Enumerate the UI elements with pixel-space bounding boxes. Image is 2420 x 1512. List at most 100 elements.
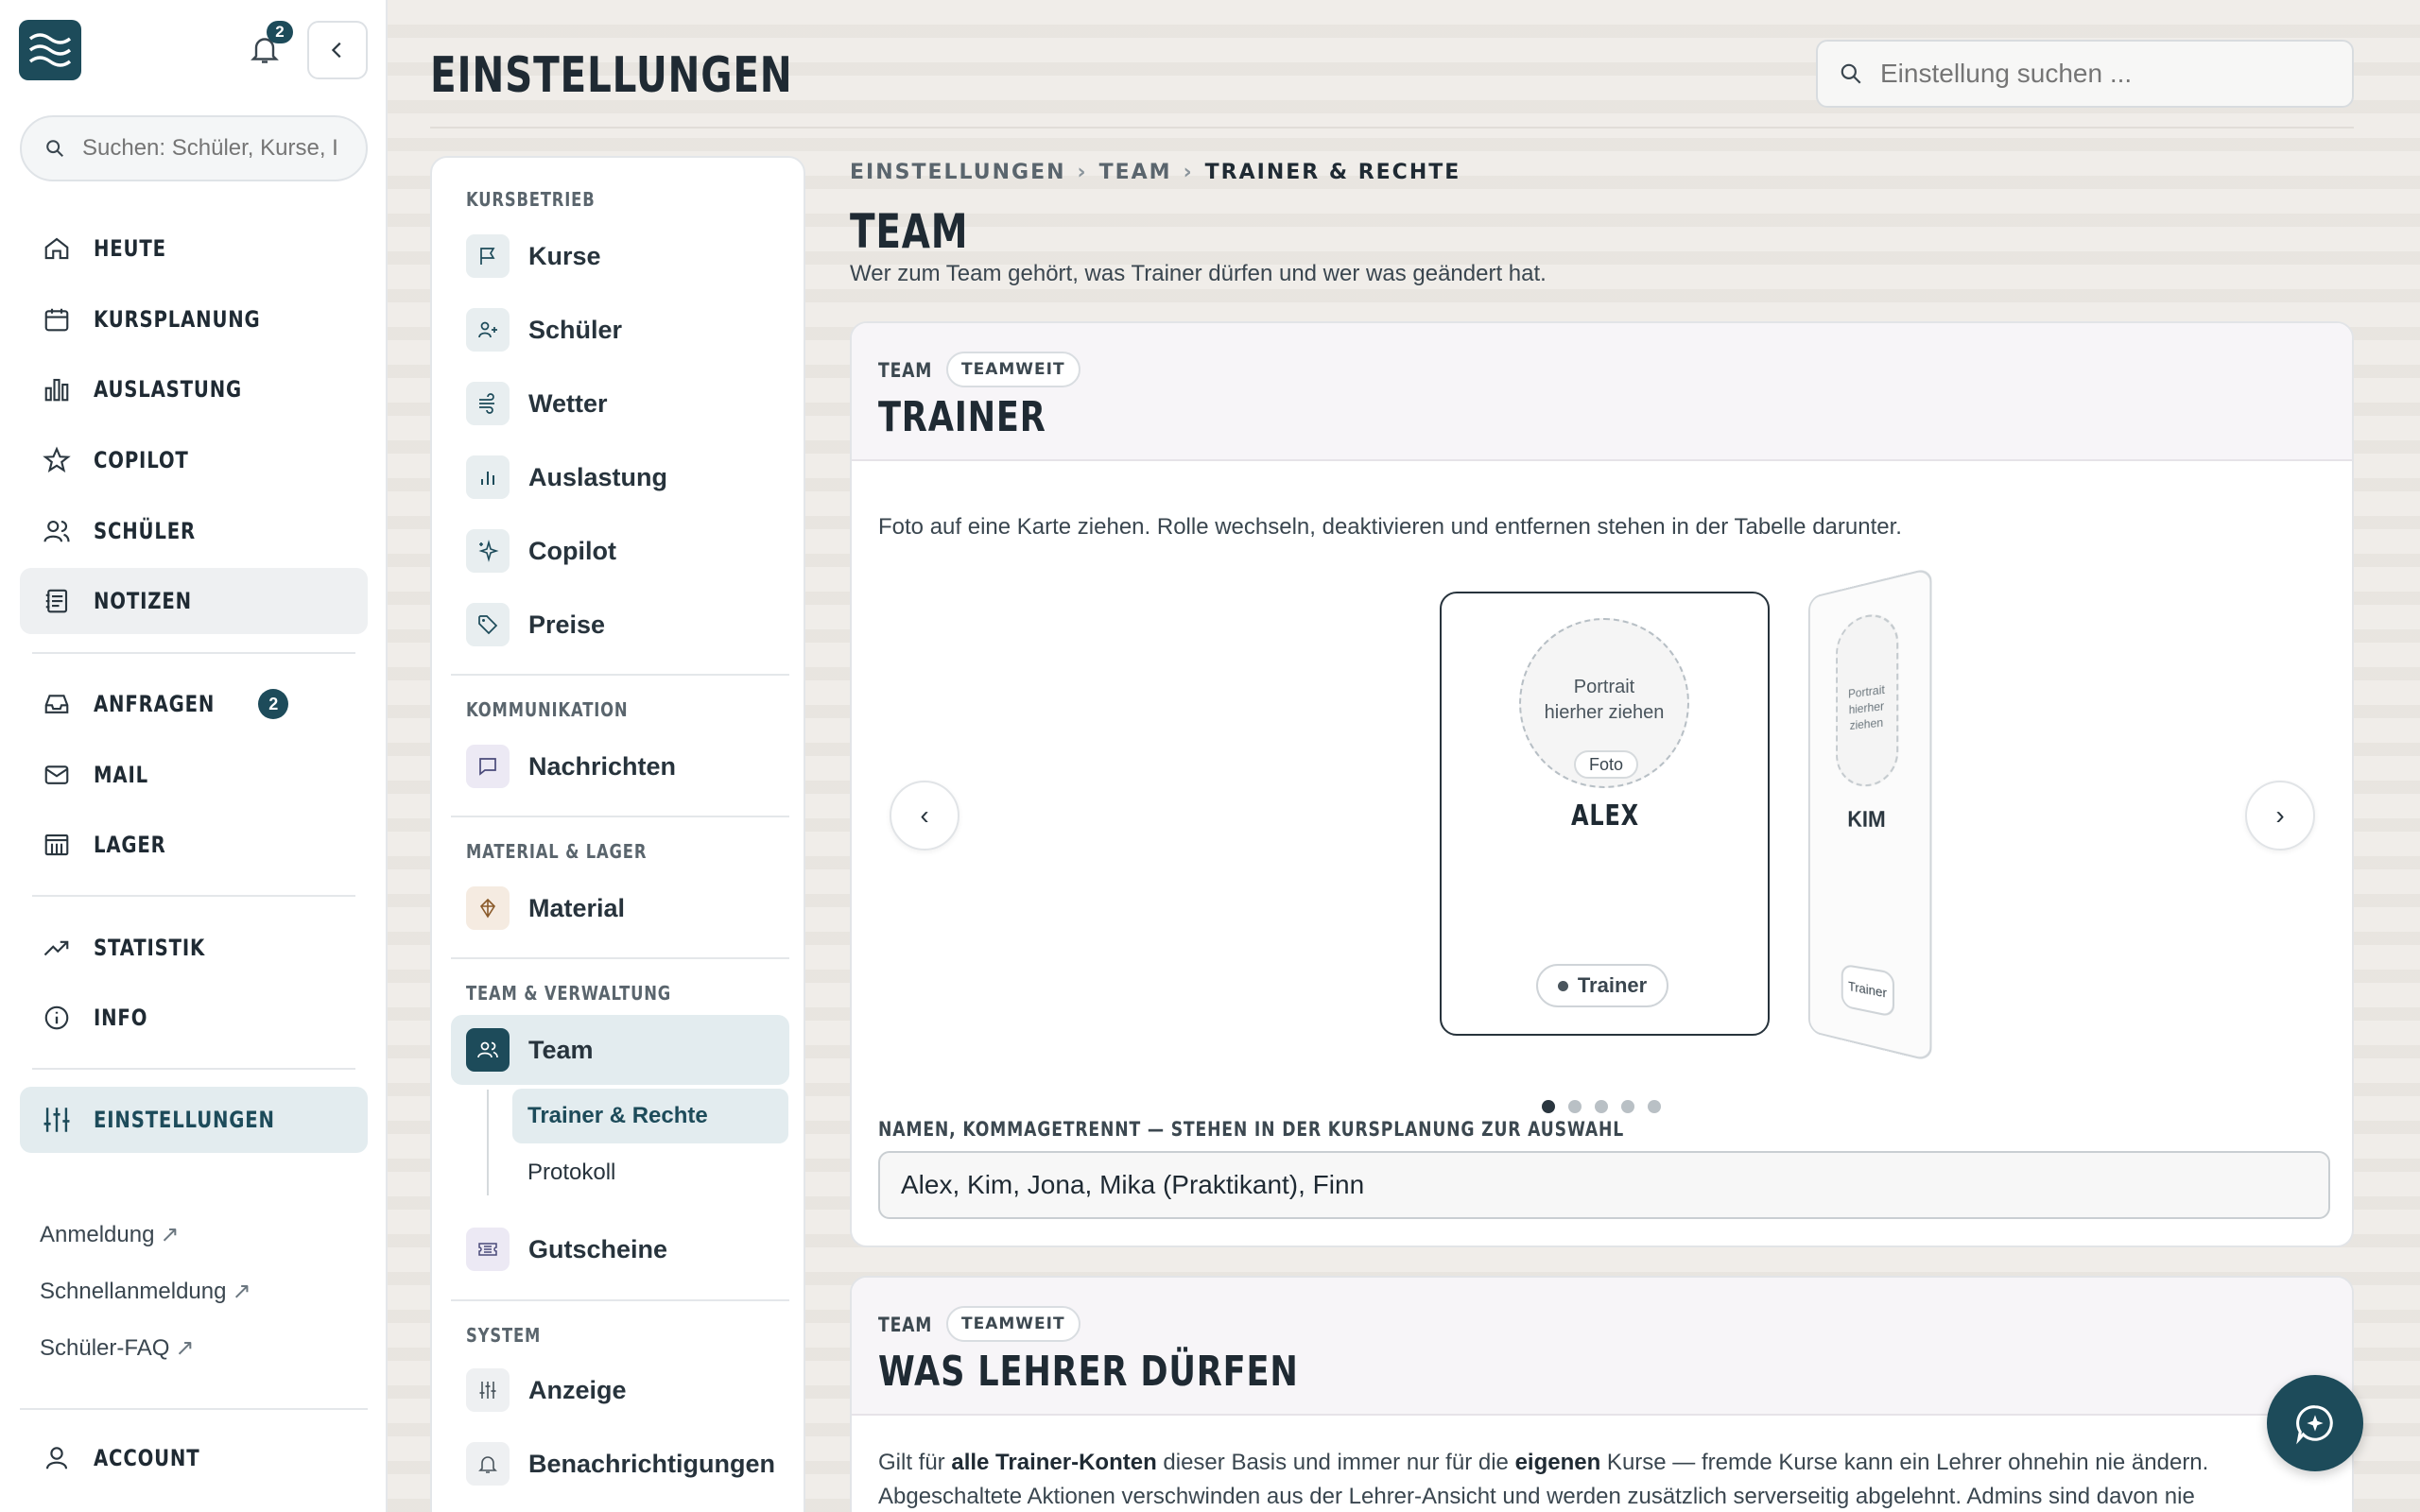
link-schnellanmeldung[interactable]: Schnellanmeldung ↗: [40, 1278, 251, 1305]
nav-divider: [20, 1408, 368, 1410]
carousel-next-button[interactable]: ›: [2245, 781, 2315, 850]
breadcrumb-einstellungen[interactable]: EINSTELLUNGEN: [850, 161, 1066, 184]
names-field-label: NAMEN, KOMMAGETRENNT — STEHEN IN DER KUR…: [878, 1118, 1788, 1142]
external-link-icon: ↗: [175, 1335, 194, 1361]
nav-item-heute[interactable]: HEUTE: [20, 215, 368, 282]
calendar-icon: [41, 303, 73, 335]
card-kicker: TEAM: [878, 1314, 944, 1337]
nav-item-statistik[interactable]: STATISTIK: [20, 915, 368, 981]
nav-item-einstellungen[interactable]: EINSTELLUNGEN: [20, 1087, 368, 1153]
link-anmeldung[interactable]: Anmeldung ↗: [40, 1221, 180, 1248]
scope-chip: TEAMWEIT: [946, 352, 1080, 387]
role-badge[interactable]: Trainer: [1841, 964, 1894, 1018]
rights-card: TEAM TEAMWEIT WAS LEHRER DÜRFEN Gilt für…: [850, 1276, 2354, 1512]
settings-search[interactable]: [1816, 40, 2354, 108]
scope-chip: TEAMWEIT: [946, 1306, 1080, 1342]
trainer-name: ALEX: [1442, 799, 1768, 833]
nav-item-schueler[interactable]: SCHÜLER: [20, 498, 368, 564]
global-search[interactable]: [20, 115, 368, 181]
sliders-icon: [41, 1104, 73, 1136]
rights-description: Gilt für alle Trainer-Konten dieser Basi…: [878, 1446, 2334, 1512]
settings-nav: KURSBETRIEB Kurse Schüler Wetter Auslast…: [430, 156, 805, 1512]
role-dot-icon: [1558, 981, 1568, 991]
mail-icon: [41, 759, 73, 791]
nav-item-auslastung[interactable]: AUSLASTUNG: [20, 356, 368, 422]
help-chat-button[interactable]: [2267, 1375, 2363, 1471]
carousel-dot[interactable]: [1542, 1100, 1555, 1113]
app-logo[interactable]: [19, 20, 81, 80]
settings-item-team[interactable]: Team: [451, 1015, 789, 1085]
settings-item-gutscheine[interactable]: Gutscheine: [451, 1214, 789, 1284]
settings-search-input[interactable]: [1880, 59, 2334, 89]
user-plus-icon: [466, 308, 510, 352]
settings-item-auslastung[interactable]: Auslastung: [451, 442, 789, 512]
rights-card-header: TEAM TEAMWEIT WAS LEHRER DÜRFEN: [852, 1278, 2352, 1416]
section-title: TEAM: [850, 204, 1002, 259]
breadcrumb-separator: ›: [1184, 161, 1194, 184]
section-title-material-lager: MATERIAL & LAGER: [466, 840, 686, 864]
tree-line: [487, 1090, 489, 1195]
chevron-left-icon: [327, 40, 348, 60]
photo-button[interactable]: Foto: [1574, 750, 1638, 779]
settings-item-material[interactable]: Material: [451, 873, 789, 943]
notifications-badge: 2: [267, 21, 293, 43]
nav-item-lager[interactable]: LAGER: [20, 812, 368, 878]
global-search-input[interactable]: [82, 135, 366, 162]
settings-item-preise[interactable]: Preise: [451, 590, 789, 660]
settings-item-trainer-rechte[interactable]: Trainer & Rechte: [512, 1089, 788, 1143]
section-subtitle: Wer zum Team gehört, was Trainer dürfen …: [850, 261, 1547, 287]
chat-sparkle-icon: [2293, 1401, 2337, 1445]
settings-item-wetter[interactable]: Wetter: [451, 369, 789, 438]
trend-icon: [41, 932, 73, 964]
nav-item-info[interactable]: INFO: [20, 985, 368, 1051]
carousel-dot[interactable]: [1595, 1100, 1608, 1113]
header-divider: [430, 127, 2354, 129]
search-icon: [44, 138, 65, 159]
trainer-names-input[interactable]: [878, 1151, 2330, 1219]
kite-icon: [466, 886, 510, 930]
wind-icon: [466, 382, 510, 425]
portrait-dropzone[interactable]: Portrait hierher ziehen Foto: [1519, 618, 1689, 788]
role-badge[interactable]: Trainer: [1536, 964, 1668, 1007]
portrait-hint-line1: Portrait: [1574, 677, 1634, 697]
breadcrumb-separator: ›: [1078, 161, 1088, 184]
breadcrumb-team[interactable]: TEAM: [1099, 161, 1172, 184]
info-icon: [41, 1002, 73, 1034]
carousel-prev-button[interactable]: ‹: [890, 781, 959, 850]
carousel-dot[interactable]: [1568, 1100, 1582, 1113]
carousel-dot[interactable]: [1648, 1100, 1661, 1113]
trainer-card-kim[interactable]: Portrait hierher ziehen KIM Trainer: [1808, 567, 1932, 1062]
portrait-dropzone[interactable]: Portrait hierher ziehen: [1836, 609, 1898, 787]
section-divider: [451, 1299, 789, 1301]
settings-item-kurse[interactable]: Kurse: [451, 221, 789, 291]
trainer-hint: Foto auf eine Karte ziehen. Rolle wechse…: [878, 514, 1902, 541]
settings-item-nachrichten[interactable]: Nachrichten: [451, 731, 789, 801]
settings-item-benachrichtigungen[interactable]: Benachrichtigungen: [451, 1429, 789, 1499]
external-link-icon: ↗: [160, 1222, 179, 1247]
nav-item-anfragen[interactable]: ANFRAGEN 2: [20, 671, 368, 737]
nav-item-mail[interactable]: MAIL: [20, 742, 368, 808]
settings-item-protokoll[interactable]: Protokoll: [512, 1145, 788, 1200]
home-icon: [41, 232, 73, 265]
trainer-card-alex[interactable]: Portrait hierher ziehen Foto ALEX Trainer: [1440, 592, 1770, 1036]
nav-item-copilot[interactable]: COPILOT: [20, 427, 368, 493]
users-icon: [41, 515, 73, 547]
section-title-kursbetrieb: KURSBETRIEB: [466, 188, 624, 212]
anfragen-badge: 2: [258, 689, 288, 719]
warehouse-icon: [41, 829, 73, 861]
external-link-icon: ↗: [232, 1279, 251, 1304]
section-divider: [451, 957, 789, 959]
collapse-sidebar-button[interactable]: [307, 21, 368, 79]
breadcrumb-current: TRAINER & RECHTE: [1205, 161, 1461, 184]
settings-item-schueler[interactable]: Schüler: [451, 295, 789, 365]
nav-item-notizen[interactable]: NOTIZEN: [20, 568, 368, 634]
settings-item-anzeige[interactable]: Anzeige: [451, 1355, 789, 1425]
section-divider: [451, 816, 789, 817]
main-sidebar: 2 HEUTE KURSPLANUNG AUSLASTUNG COPILOT S…: [0, 0, 388, 1512]
nav-item-account[interactable]: ACCOUNT: [20, 1425, 368, 1491]
settings-item-copilot[interactable]: Copilot: [451, 516, 789, 586]
users-icon: [466, 1028, 510, 1072]
link-schueler-faq[interactable]: Schüler-FAQ ↗: [40, 1334, 195, 1362]
carousel-dot[interactable]: [1621, 1100, 1634, 1113]
nav-item-kursplanung[interactable]: KURSPLANUNG: [20, 286, 368, 352]
